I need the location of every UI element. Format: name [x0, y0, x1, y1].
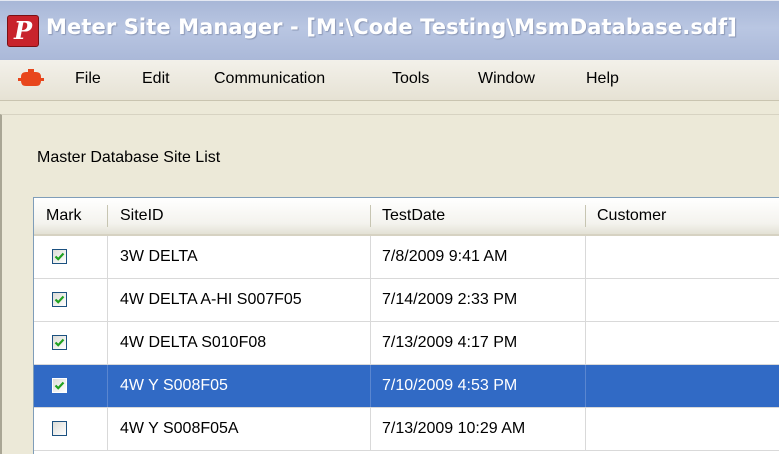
table-row[interactable]: 4W Y S008F05A 7/13/2009 10:29 AM — [34, 408, 779, 451]
column-header-mark[interactable]: Mark — [46, 198, 82, 234]
menu-tools[interactable]: Tools — [392, 67, 429, 91]
cell-divider — [107, 279, 108, 321]
column-separator[interactable] — [107, 205, 108, 227]
cell-divider — [585, 365, 586, 407]
cell-divider — [585, 236, 586, 278]
test-date-cell[interactable]: 7/14/2009 2:33 PM — [382, 279, 582, 321]
table-row[interactable]: 4W DELTA S010F08 7/13/2009 4:17 PM — [34, 322, 779, 365]
menu-communication[interactable]: Communication — [214, 67, 325, 91]
cell-divider — [107, 322, 108, 364]
column-separator[interactable] — [585, 205, 586, 227]
mdi-child-icon[interactable] — [18, 69, 44, 89]
customer-cell[interactable] — [597, 365, 777, 407]
cell-divider — [370, 236, 371, 278]
site-list-grid[interactable]: Mark SiteID TestDate Customer 3W DELTA 7… — [33, 197, 779, 454]
mark-checkbox[interactable] — [52, 421, 67, 436]
test-date-cell[interactable]: 7/10/2009 4:53 PM — [382, 365, 582, 407]
site-id-cell[interactable]: 4W Y S008F05 — [120, 365, 366, 407]
menu-file[interactable]: File — [75, 67, 101, 91]
column-header-siteid[interactable]: SiteID — [120, 198, 164, 234]
site-id-cell[interactable]: 4W Y S008F05A — [120, 408, 366, 450]
test-date-cell[interactable]: 7/13/2009 10:29 AM — [382, 408, 582, 450]
test-date-cell[interactable]: 7/13/2009 4:17 PM — [382, 322, 582, 364]
application-window: P Meter Site Manager - [M:\Code Testing\… — [0, 0, 779, 454]
cell-divider — [585, 322, 586, 364]
cell-divider — [370, 365, 371, 407]
menu-window[interactable]: Window — [478, 67, 535, 91]
check-icon — [54, 252, 65, 261]
table-row-selected[interactable]: 4W Y S008F05 7/10/2009 4:53 PM — [34, 365, 779, 408]
table-row[interactable]: 3W DELTA 7/8/2009 9:41 AM — [34, 236, 779, 279]
check-icon — [54, 295, 65, 304]
column-header-testdate[interactable]: TestDate — [382, 198, 445, 234]
check-icon — [54, 338, 65, 347]
site-id-cell[interactable]: 4W DELTA S010F08 — [120, 322, 366, 364]
site-id-cell[interactable]: 4W DELTA A-HI S007F05 — [120, 279, 366, 321]
cell-divider — [585, 408, 586, 450]
menu-help[interactable]: Help — [586, 67, 619, 91]
check-icon — [54, 381, 65, 390]
menu-edit[interactable]: Edit — [142, 67, 170, 91]
cell-divider — [107, 365, 108, 407]
customer-cell[interactable] — [597, 236, 777, 278]
column-separator[interactable] — [370, 205, 371, 227]
site-list-label: Master Database Site List — [37, 149, 221, 166]
cell-divider — [370, 279, 371, 321]
cell-divider — [585, 279, 586, 321]
site-id-cell[interactable]: 3W DELTA — [120, 236, 366, 278]
customer-cell[interactable] — [597, 408, 777, 450]
menu-bar — [0, 60, 779, 101]
test-date-cell[interactable]: 7/8/2009 9:41 AM — [382, 236, 582, 278]
cell-divider — [107, 408, 108, 450]
app-logo-icon[interactable]: P — [7, 15, 39, 47]
mark-checkbox[interactable] — [52, 249, 67, 264]
mark-checkbox[interactable] — [52, 292, 67, 307]
mark-checkbox[interactable] — [52, 335, 67, 350]
customer-cell[interactable] — [597, 279, 777, 321]
cell-divider — [107, 236, 108, 278]
customer-cell[interactable] — [597, 322, 777, 364]
cell-divider — [370, 322, 371, 364]
table-row[interactable]: 4W DELTA A-HI S007F05 7/14/2009 2:33 PM — [34, 279, 779, 322]
column-header-customer[interactable]: Customer — [597, 198, 666, 234]
title-bar[interactable]: P Meter Site Manager - [M:\Code Testing\… — [0, 0, 779, 61]
mark-checkbox[interactable] — [52, 378, 67, 393]
window-title: Meter Site Manager - [M:\Code Testing\Ms… — [46, 15, 737, 39]
cell-divider — [370, 408, 371, 450]
grid-header: Mark SiteID TestDate Customer — [34, 198, 779, 236]
